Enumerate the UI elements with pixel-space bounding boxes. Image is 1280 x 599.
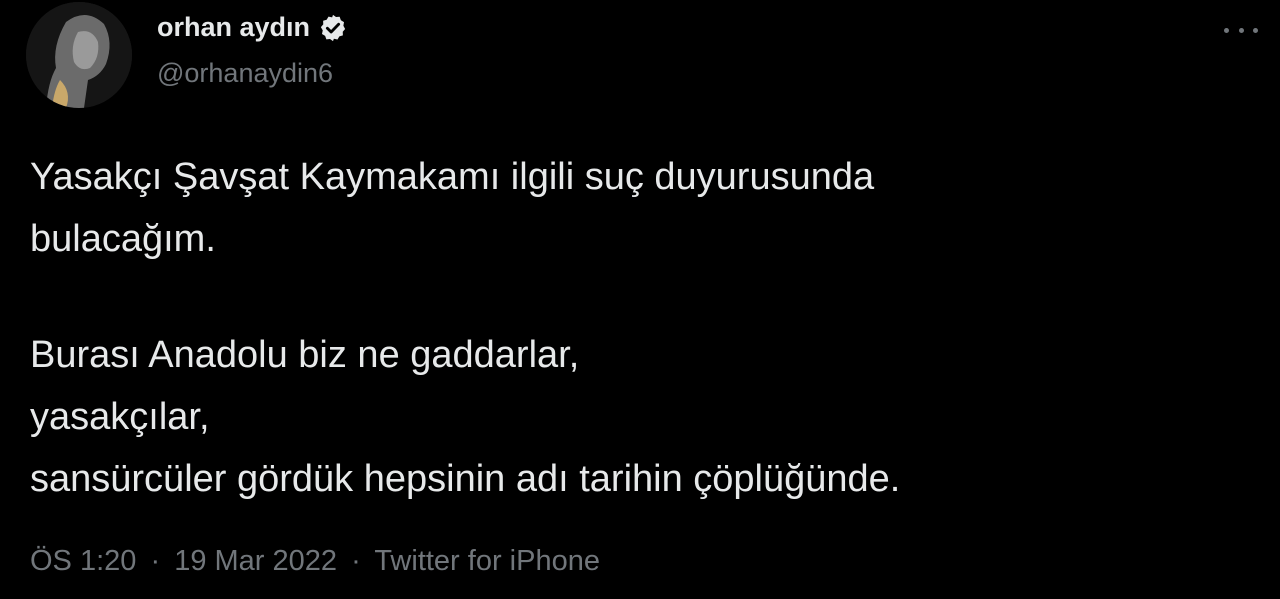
tweet-text: Yasakçı Şavşat Kaymakamı ilgili suç duyu… <box>30 146 900 510</box>
tweet-time[interactable]: ÖS 1:20 <box>30 545 136 577</box>
tweet-text-line: Yasakçı Şavşat Kaymakamı ilgili suç duyu… <box>30 156 875 198</box>
tweet-text-line: bulacağım. <box>30 218 216 260</box>
tweet-meta: ÖS 1:20 · 19 Mar 2022 · Twitter for iPho… <box>30 545 600 578</box>
tweet-text-line: yasakçılar, <box>30 396 210 438</box>
meta-separator: · <box>351 545 361 577</box>
tweet-card: orhan aydın @orhanaydin6 Yasakçı Şavşat … <box>0 0 1280 599</box>
author-name[interactable]: orhan aydın <box>157 12 310 43</box>
tweet-text-line: Burası Anadolu biz ne gaddarlar, <box>30 334 580 376</box>
tweet-date[interactable]: 19 Mar 2022 <box>174 545 337 577</box>
meta-separator: · <box>150 545 161 577</box>
tweet-source-link[interactable]: Twitter for iPhone <box>374 545 600 577</box>
verified-badge-icon <box>318 13 348 43</box>
more-options-icon[interactable] <box>1224 20 1258 40</box>
author-handle[interactable]: @orhanaydin6 <box>157 58 333 89</box>
author-name-row[interactable]: orhan aydın <box>157 12 348 43</box>
tweet-text-line: sansürcüler gördük hepsinin adı tarihin … <box>30 458 901 500</box>
avatar[interactable] <box>26 2 132 108</box>
